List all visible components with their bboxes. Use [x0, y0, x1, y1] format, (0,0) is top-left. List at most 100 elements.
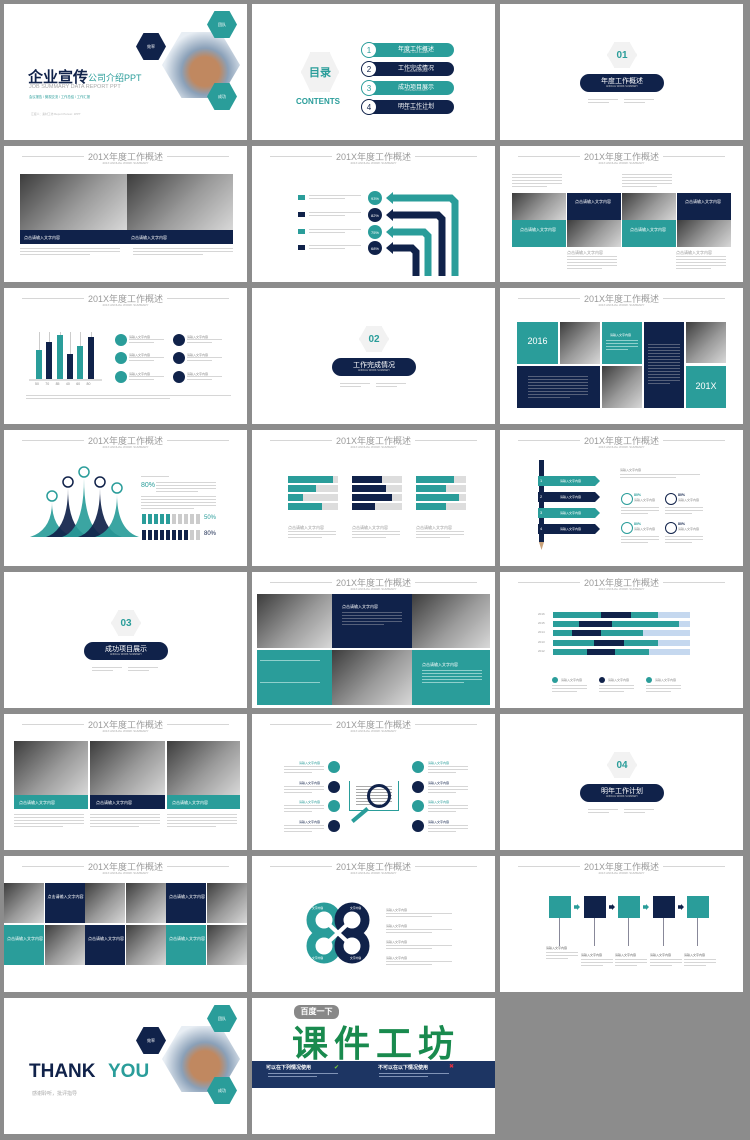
divider — [167, 298, 229, 300]
slide-thumbnail[interactable]: 201X年度工作概述 201X ANNUAL WORK SUMMARY 点击请输入文… — [4, 146, 247, 282]
caption: 点击请输入文字内容 — [19, 800, 55, 805]
slide-thumbnail[interactable]: 201X年度工作概述 201X ANNUAL WORK SUMMARY 点击请输入文… — [252, 572, 495, 708]
slide-thumbnail[interactable]: 201X年度工作概述 201X ANNUAL WORK SUMMARY 点击请输入文… — [4, 856, 247, 992]
loop-label: 文字内容 — [312, 956, 324, 960]
slide-thumbnail[interactable]: 04 明年工作计划 ANNUAL WORK SUMMARY — [500, 714, 743, 850]
photo — [127, 174, 233, 230]
label-tag — [298, 212, 305, 217]
slide-thumbnail[interactable]: 201X年度工作概述 201X ANNUAL WORK SUMMARY 2016 请输… — [500, 288, 743, 424]
color-block — [257, 650, 332, 705]
slide-thumbnail[interactable]: 目录 CONTENTS 1 年度工作概述 ANNUAL WORK SUMMARY 2 工作完… — [252, 4, 495, 140]
person-icon — [148, 514, 152, 524]
placeholder-text-line — [528, 385, 588, 387]
stacked-segment — [624, 639, 659, 646]
caption: 点击请输入文字内容 — [630, 227, 666, 232]
pencil-tip — [539, 542, 544, 550]
arrow-head — [386, 209, 393, 221]
placeholder-text-line — [156, 491, 198, 493]
divider — [270, 724, 332, 726]
placeholder-text-line — [386, 929, 452, 931]
person-icon — [190, 530, 194, 540]
slide-thumbnail[interactable]: 201X年度工作概述 201X ANNUAL WORK SUMMARY 50 70 85… — [4, 288, 247, 424]
photo — [206, 883, 247, 923]
contents-item[interactable]: 1 年度工作概述 ANNUAL WORK SUMMARY — [361, 42, 454, 58]
item-caption: 请输入文字内容 — [428, 781, 450, 785]
placeholder-text-line — [284, 805, 324, 807]
leader-line — [59, 332, 61, 336]
loop-label: 文字内容 — [350, 906, 362, 910]
slide-thumbnail[interactable]: 201X年度工作概述 201X ANNUAL WORK SUMMARY 请输入文字内… — [252, 714, 495, 850]
contents-item-number: 4 — [361, 99, 377, 115]
item-caption: 请输入文字内容 — [428, 820, 450, 824]
bar — [56, 335, 63, 379]
step-caption: 请输入文字内容 — [581, 953, 603, 957]
slide-thumbnail[interactable]: 02 工作完成情况 ANNUAL WORK SUMMARY — [252, 288, 495, 424]
bar-fill — [416, 494, 459, 501]
check-icon: ✔ — [334, 1065, 340, 1071]
photo — [90, 741, 165, 795]
thank-text: THANK — [29, 1061, 96, 1082]
slide-thumbnail[interactable]: 201X年度工作概述 201X ANNUAL WORK SUMMARY 文字内容 文字… — [252, 856, 495, 992]
slide-thumbnail[interactable]: 201X年度工作概述 201X ANNUAL WORK SUMMARY 93% 82%… — [252, 146, 495, 282]
placeholder-text-line — [648, 353, 680, 355]
divider — [22, 156, 84, 158]
section-subtitle: ANNUAL WORK SUMMARY — [358, 369, 390, 372]
arrow-line — [260, 682, 320, 683]
color-block — [512, 220, 566, 247]
placeholder-text-line — [428, 769, 468, 771]
placeholder-text-line — [284, 766, 324, 768]
step-caption: 请输入文字内容 — [546, 946, 568, 950]
legend-dot — [646, 677, 652, 683]
leader-line — [697, 918, 698, 946]
percent-circle: 75% — [368, 225, 382, 239]
slide-thumbnail[interactable]: 03 成功项目展示 ANNUAL WORK SUMMARY — [4, 572, 247, 708]
placeholder-text-line — [648, 374, 680, 376]
photo — [4, 883, 44, 923]
stacked-segment — [600, 630, 644, 637]
leader-line — [90, 332, 91, 338]
slide-subtitle: 201X ANNUAL WORK SUMMARY — [350, 445, 397, 449]
slide-thumbnail[interactable]: 201X年度工作概述 201X ANNUAL WORK SUMMARY 请输入文字内… — [500, 856, 743, 992]
slide-thumbnail[interactable]: 百度一下 课件工坊 可以在下列情况使用 ✔ 不可以在以下情况使用 ✖ — [252, 998, 495, 1134]
placeholder-text-line — [386, 964, 433, 966]
item-caption: 请输入文字内容 — [299, 800, 321, 804]
stat-caption: 请输入文字内容 — [678, 498, 700, 502]
placeholder-text-line — [167, 817, 237, 819]
placeholder-text-line — [342, 618, 402, 620]
legend-label: 请输入文字内容 — [608, 678, 630, 682]
placeholder-text-line — [684, 962, 716, 964]
icon-ring — [621, 522, 633, 534]
slide-thumbnail[interactable]: 01 年度工作概述 ANNUAL WORK SUMMARY — [500, 4, 743, 140]
placeholder-text-line — [141, 496, 216, 498]
slide-thumbnail[interactable]: 201X年度工作概述 201X ANNUAL WORK SUMMARY 2016 20… — [500, 572, 743, 708]
caption: 点击请输入文字内容 — [575, 199, 611, 204]
item-caption: 请输入文字内容 — [299, 820, 321, 824]
divider — [270, 582, 332, 584]
placeholder-text-line — [528, 376, 588, 378]
contents-item[interactable]: 2 工作完成情况 COMPLETION OF WORK — [361, 61, 454, 77]
icon-circle — [412, 820, 424, 832]
placeholder-text-line — [129, 339, 164, 341]
placeholder-text-line — [422, 673, 482, 675]
contents-item[interactable]: 3 成功项目展示 SUCCESSFUL PROJECT — [361, 80, 454, 96]
placeholder-text-line — [379, 1073, 449, 1075]
contents-item[interactable]: 4 明年工作计划 NEXT YEAR WORK PLAN — [361, 99, 454, 115]
placeholder-text-line — [546, 958, 569, 960]
slide-thumbnail[interactable]: 201X年度工作概述 201X ANNUAL WORK SUMMARY 80% 50%… — [4, 430, 247, 566]
bar — [36, 350, 42, 379]
color-block — [412, 650, 490, 705]
section-title-pill: 明年工作计划 ANNUAL WORK SUMMARY — [580, 784, 664, 802]
slide-thumbnail[interactable]: 201X年度工作概述 201X ANNUAL WORK SUMMARY 点击请输入文… — [500, 146, 743, 282]
item-caption: 请输入文字内容 — [428, 761, 450, 765]
slide-thumbnail[interactable]: 201X年度工作概述 201X ANNUAL WORK SUMMARY 1 请输入文字… — [500, 430, 743, 566]
slide-thumbnail[interactable]: 201X年度工作概述 201X ANNUAL WORK SUMMARY 点击请输入文… — [252, 430, 495, 566]
placeholder-text-line — [90, 814, 160, 816]
slide-thumbnail[interactable]: 企业宣传 公司介绍PPT JOB SUMMARY DATA REPORT PPT 会议… — [4, 4, 247, 140]
placeholder-text-line — [284, 808, 324, 810]
placeholder-text-line — [428, 786, 468, 788]
slide-thumbnail[interactable]: THANK YOU 感谢聆听，批评指导 效率 团队 成功 — [4, 998, 247, 1134]
list-caption: 请输入文字内容 — [620, 468, 642, 472]
placeholder-text-line — [309, 232, 346, 234]
slide-thumbnail[interactable]: 201X年度工作概述 201X ANNUAL WORK SUMMARY 点击请输入文… — [4, 714, 247, 850]
placeholder-text-line — [581, 965, 604, 967]
